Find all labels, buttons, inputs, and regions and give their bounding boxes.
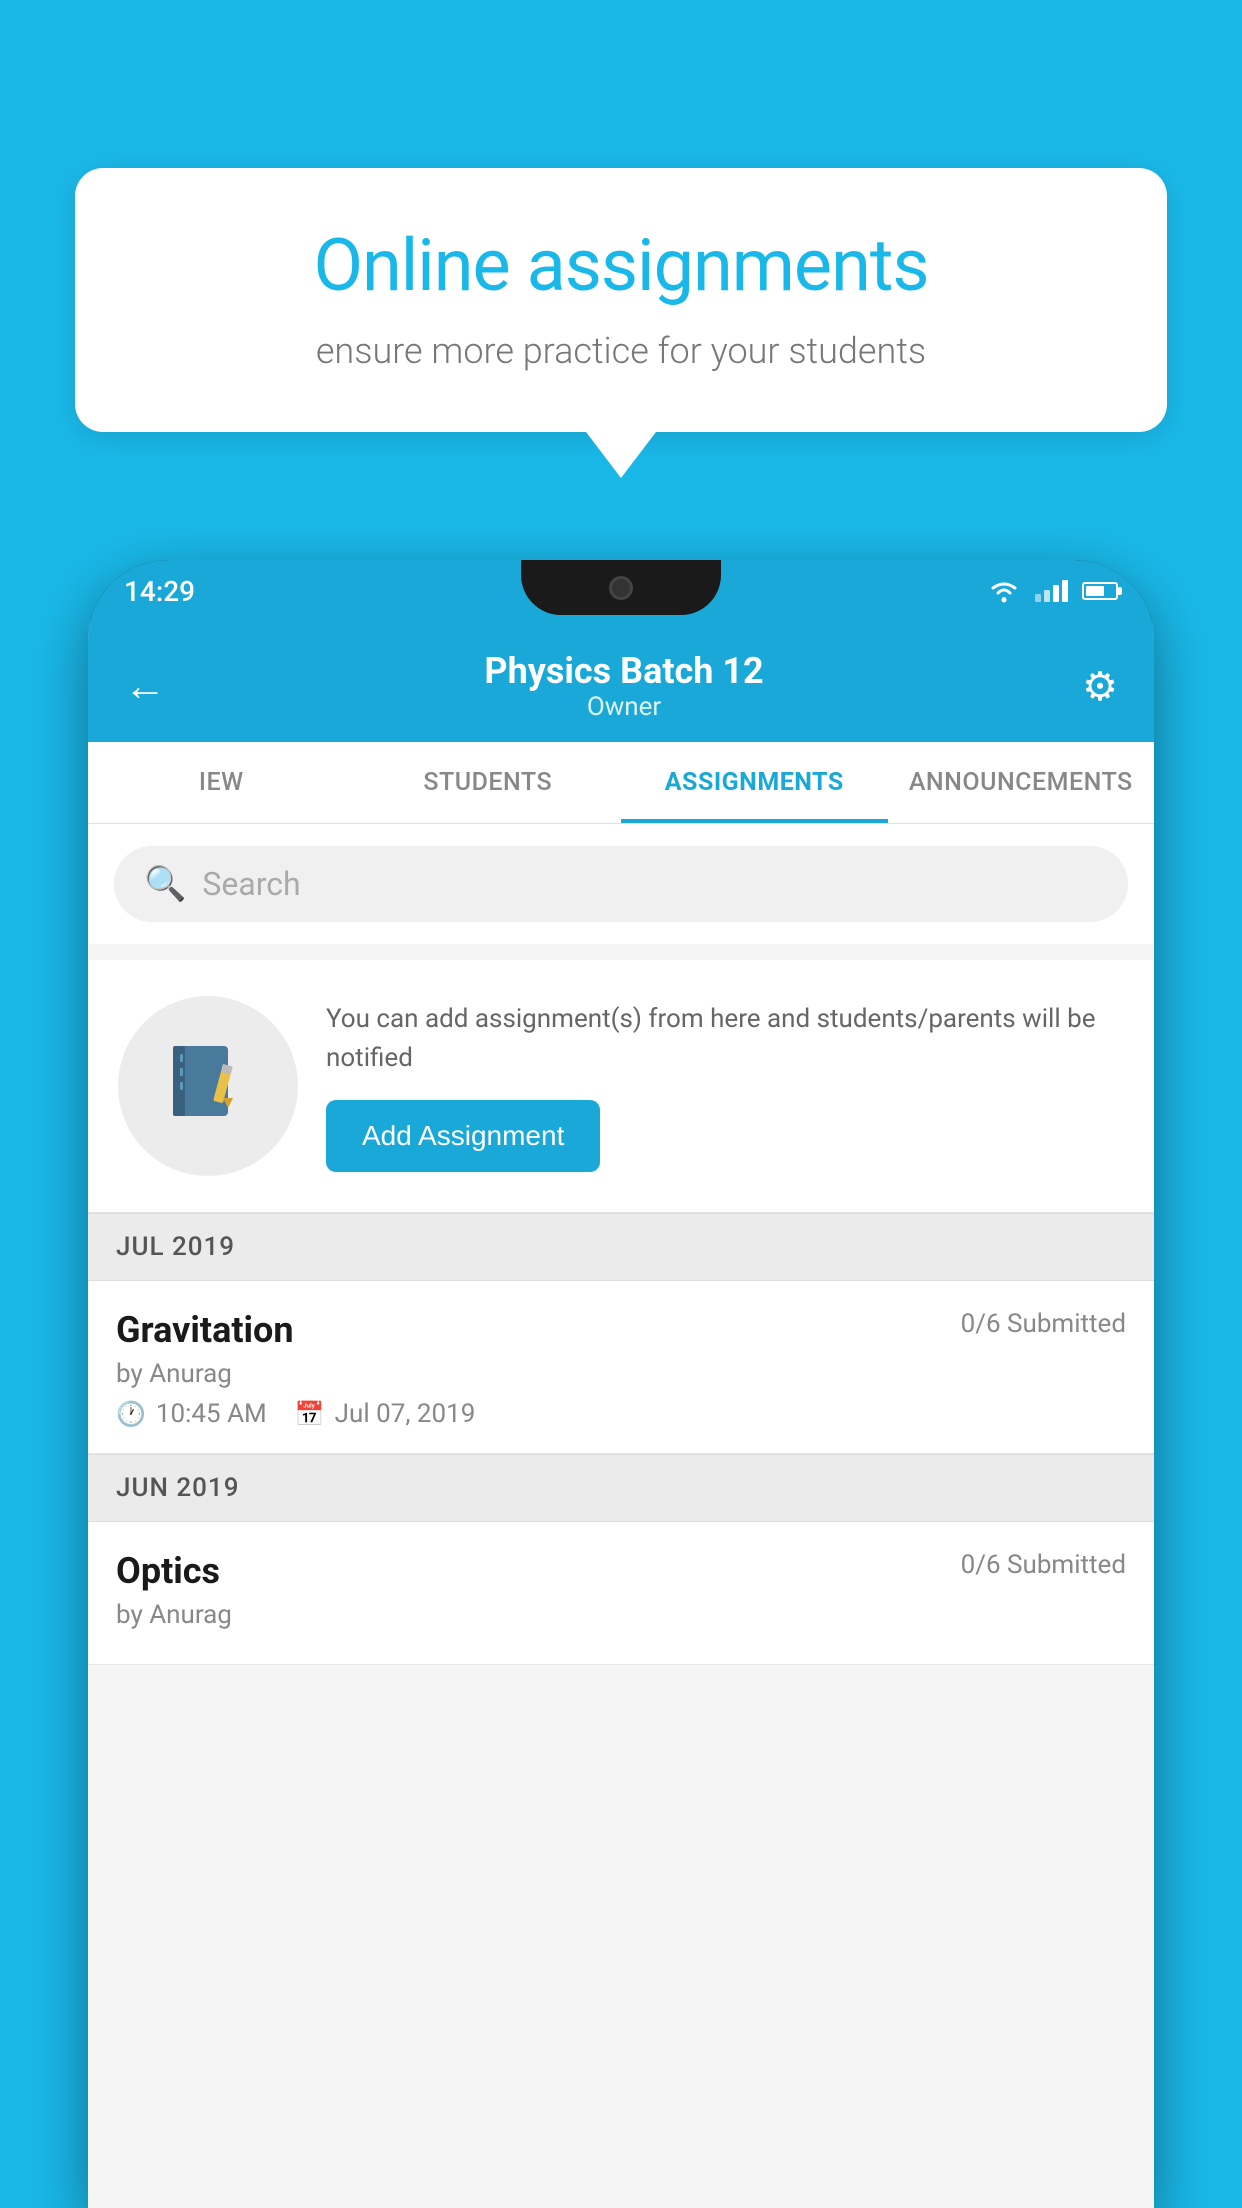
notch (521, 560, 721, 615)
bubble-title: Online assignments (140, 223, 1102, 308)
assignment-time: 🕐 10:45 AM (116, 1399, 267, 1429)
assignment-by: by Anurag (116, 1359, 1126, 1389)
tab-students[interactable]: STUDENTS (355, 742, 622, 823)
assignment-by-optics: by Anurag (116, 1600, 1126, 1630)
assignment-submitted-optics: 0/6 Submitted (961, 1550, 1126, 1580)
section-header-jun: JUN 2019 (88, 1454, 1154, 1522)
app-header: ← Physics Batch 12 Owner ⚙ (88, 622, 1154, 742)
status-time: 14:29 (124, 575, 195, 608)
status-icons (987, 579, 1118, 603)
header-title: Physics Batch 12 (484, 650, 763, 692)
assignment-row: Gravitation 0/6 Submitted (116, 1309, 1126, 1351)
tab-announcements[interactable]: ANNOUNCEMENTS (888, 742, 1155, 823)
bubble-subtitle: ensure more practice for your students (140, 330, 1102, 372)
settings-icon[interactable]: ⚙ (1082, 663, 1118, 710)
section-header-jul: JUL 2019 (88, 1213, 1154, 1281)
notebook-icon (158, 1036, 258, 1136)
assignment-time-value: 10:45 AM (156, 1399, 267, 1429)
status-bar: 14:29 (88, 560, 1154, 622)
assignment-name-optics: Optics (116, 1550, 220, 1592)
back-button[interactable]: ← (124, 662, 166, 711)
search-bar: 🔍 Search (88, 824, 1154, 944)
assignment-item-optics[interactable]: Optics 0/6 Submitted by Anurag (88, 1522, 1154, 1665)
header-center: Physics Batch 12 Owner (484, 650, 763, 722)
assignment-item-gravitation[interactable]: Gravitation 0/6 Submitted by Anurag 🕐 10… (88, 1281, 1154, 1454)
add-assignment-button[interactable]: Add Assignment (326, 1100, 600, 1172)
assignment-meta: 🕐 10:45 AM 📅 Jul 07, 2019 (116, 1399, 1126, 1429)
camera (609, 576, 633, 600)
tab-iew[interactable]: IEW (88, 742, 355, 823)
speech-bubble: Online assignments ensure more practice … (75, 168, 1167, 432)
assignment-row: Optics 0/6 Submitted (116, 1550, 1126, 1592)
calendar-icon: 📅 (295, 1400, 325, 1428)
tab-assignments[interactable]: ASSIGNMENTS (621, 742, 888, 823)
phone-screen: ← Physics Batch 12 Owner ⚙ IEW STUDENTS … (88, 622, 1154, 2208)
battery-icon (1082, 582, 1118, 600)
promo-content: You can add assignment(s) from here and … (326, 1000, 1124, 1172)
add-assignment-promo: You can add assignment(s) from here and … (88, 960, 1154, 1213)
screen-content: 🔍 Search (88, 824, 1154, 2208)
search-input-wrap[interactable]: 🔍 Search (114, 846, 1128, 922)
assignment-date: 📅 Jul 07, 2019 (295, 1399, 476, 1429)
assignment-submitted: 0/6 Submitted (961, 1309, 1126, 1339)
header-subtitle: Owner (484, 692, 763, 722)
signal-icon (1035, 580, 1068, 602)
promo-icon-circle (118, 996, 298, 1176)
tab-bar: IEW STUDENTS ASSIGNMENTS ANNOUNCEMENTS (88, 742, 1154, 824)
assignment-date-value: Jul 07, 2019 (335, 1399, 476, 1429)
clock-icon: 🕐 (116, 1400, 146, 1428)
promo-description: You can add assignment(s) from here and … (326, 1000, 1124, 1078)
wifi-icon (987, 579, 1021, 603)
assignment-name: Gravitation (116, 1309, 294, 1351)
phone-frame: 14:29 (88, 560, 1154, 2208)
search-icon: 🔍 (144, 864, 186, 904)
search-placeholder: Search (202, 865, 300, 903)
